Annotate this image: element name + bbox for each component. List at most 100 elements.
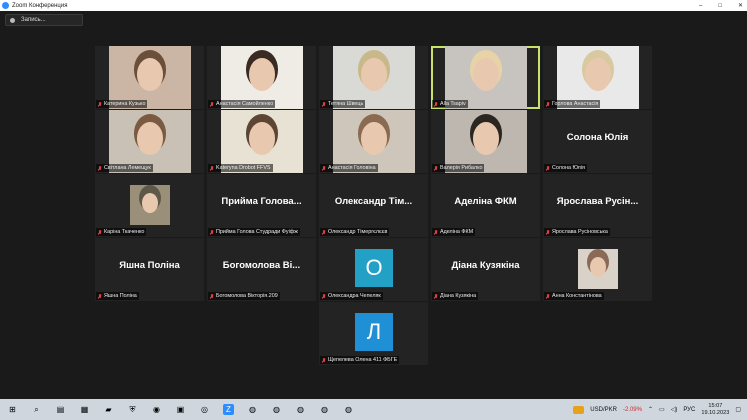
participant-tile[interactable]: Горлова Анастасія [543, 46, 652, 109]
volume-icon[interactable]: ◁) [671, 406, 678, 413]
chrome-icon[interactable]: ◍ [247, 404, 258, 415]
participant-tile[interactable]: Ярослава Русін... Ярослава Русіновська [543, 174, 652, 237]
participant-name: Олександр Тімергєлєєв [328, 229, 388, 235]
muted-mic-icon [210, 293, 214, 299]
ticker-pair[interactable]: USD/PKR [590, 407, 617, 413]
participant-tile[interactable]: Аделіна ФКМ Аделіна ФКМ [431, 174, 540, 237]
participant-name-bar: Анастасія Самойленко [208, 100, 276, 108]
viber-icon[interactable]: ◉ [151, 404, 162, 415]
muted-mic-icon [98, 293, 102, 299]
maximize-button[interactable]: □ [718, 3, 722, 9]
notifications-icon[interactable]: ▢ [735, 406, 741, 413]
participant-tile[interactable]: Діана Кузякіна Діана Кузякіна [431, 238, 540, 301]
clock[interactable]: 15:07 19.10.2023 [701, 403, 729, 417]
participant-tile[interactable]: Катерина Кузько [95, 46, 204, 109]
record-icon [10, 17, 15, 23]
record-label: Запись... [21, 17, 46, 23]
participant-name-bar: Валерія Рибалко [432, 164, 485, 172]
participant-tile[interactable]: Каріна Ткаченко [95, 174, 204, 237]
participant-face [584, 58, 611, 91]
participant-name: Прийма Голова Студради Фуіфж [216, 229, 298, 235]
zoom-icon[interactable]: Z [223, 404, 234, 415]
participant-name-bar: Ярослава Русіновська [544, 228, 610, 236]
defender-icon[interactable]: ⛨ [127, 404, 138, 415]
participant-name-bar: Аделіна ФКМ [432, 228, 476, 236]
participant-name: Анастасія Головіна [328, 165, 376, 171]
explorer-icon[interactable]: ▰ [103, 404, 114, 415]
store-icon[interactable]: ▦ [79, 404, 90, 415]
participant-tile[interactable]: О Олександра Чепеляк [319, 238, 428, 301]
participant-name: Яшна Поліна [104, 293, 137, 299]
clock-date: 19.10.2023 [701, 409, 730, 416]
search-icon[interactable]: ⌕ [31, 404, 42, 415]
participant-name: Олександра Чепеляк [328, 293, 381, 299]
task-view-icon[interactable]: ▤ [55, 404, 66, 415]
minimize-button[interactable]: – [699, 3, 702, 9]
participant-tile[interactable]: Олександр Тім... Олександр Тімергєлєєв [319, 174, 428, 237]
participant-video [577, 249, 618, 289]
participant-tile[interactable]: Солона Юлія Солона Юлія [543, 110, 652, 173]
muted-mic-icon [210, 229, 214, 235]
participant-name-bar: Солона Юлія [544, 164, 587, 172]
participant-face [136, 122, 163, 155]
participant-name: Анна Константінова [552, 293, 602, 299]
muted-mic-icon [98, 165, 102, 171]
participant-face [360, 122, 387, 155]
participant-tile[interactable]: Світлана Лемещук [95, 110, 204, 173]
window-titlebar: Zoom Конференция – □ ✕ [0, 0, 747, 11]
participant-name-bar: Олександра Чепеляк [320, 292, 383, 300]
participant-display-name: Яшна Поліна [119, 260, 180, 271]
muted-mic-icon [210, 165, 214, 171]
participant-face [589, 257, 606, 277]
muted-mic-icon [546, 229, 550, 235]
ticker-icon [573, 405, 585, 414]
participant-name-bar: Щепелева Олена 411 ФБГЕ [320, 356, 400, 364]
participant-name-bar: Богомолова Вікторія.209 [208, 292, 280, 300]
chrome-icon-3[interactable]: ◍ [295, 404, 306, 415]
windows-start-icon[interactable]: ⊞ [7, 404, 18, 415]
participant-tile[interactable]: Анастасія Головіна [319, 110, 428, 173]
close-button[interactable]: ✕ [738, 2, 743, 9]
muted-mic-icon [322, 357, 326, 363]
participant-name-bar: Прийма Голова Студради Фуіфж [208, 228, 300, 236]
participant-tile[interactable]: Л Щепелева Олена 411 ФБГЕ [319, 302, 428, 365]
muted-mic-icon [98, 229, 102, 235]
participant-display-name: Олександр Тім... [334, 196, 413, 207]
chrome-icon-2[interactable]: ◍ [271, 404, 282, 415]
participant-face [472, 122, 499, 155]
participant-face [248, 122, 275, 155]
participant-tile[interactable]: Alla Tsapiv [431, 46, 540, 109]
record-button[interactable]: Запись... [5, 14, 83, 26]
participant-tile[interactable]: Яшна Поліна Яшна Поліна [95, 238, 204, 301]
chevron-up-icon[interactable]: ⌃ [648, 406, 653, 413]
muted-mic-icon [546, 165, 550, 171]
participant-face [141, 193, 158, 213]
muted-mic-icon [434, 101, 438, 107]
participant-tile[interactable]: Прийма Голова... Прийма Голова Студради Ф… [207, 174, 316, 237]
participant-face [248, 58, 275, 91]
network-icon[interactable]: ▭ [659, 406, 665, 413]
participant-tile[interactable]: Kateryna Drobot FFVS [207, 110, 316, 173]
taskbar-icons: ⊞ ⌕ ▤ ▦ ▰ ⛨ ◉ ▣ ◎ Z ◍ ◍ ◍ ◍ ◍ [0, 404, 354, 415]
participant-face [136, 58, 163, 91]
muted-mic-icon [98, 101, 102, 107]
muted-mic-icon [546, 101, 550, 107]
participant-tile[interactable]: Валерія Рибалко [431, 110, 540, 173]
participant-name: Каріна Ткаченко [104, 229, 145, 235]
language-indicator[interactable]: РУС [683, 407, 695, 413]
participant-tile[interactable]: Тетяна Швець [319, 46, 428, 109]
app-icon[interactable]: ▣ [175, 404, 186, 415]
chrome-icon-4[interactable]: ◍ [319, 404, 330, 415]
participant-tile[interactable]: Анна Константінова [543, 238, 652, 301]
participant-tile[interactable]: Анастасія Самойленко [207, 46, 316, 109]
participant-name-bar: Alla Tsapiv [432, 100, 468, 108]
participant-avatar: Л [355, 313, 393, 351]
muted-mic-icon [322, 229, 326, 235]
ticker-change: -2.09% [622, 406, 642, 413]
participant-avatar: О [355, 249, 393, 287]
chrome-icon-5[interactable]: ◍ [343, 404, 354, 415]
participant-tile[interactable]: Богомолова Ві... Богомолова Вікторія.209 [207, 238, 316, 301]
participant-name-bar: Тетяна Швець [320, 100, 366, 108]
participant-name: Alla Tsapiv [440, 101, 466, 107]
whatsapp-icon[interactable]: ◎ [199, 404, 210, 415]
